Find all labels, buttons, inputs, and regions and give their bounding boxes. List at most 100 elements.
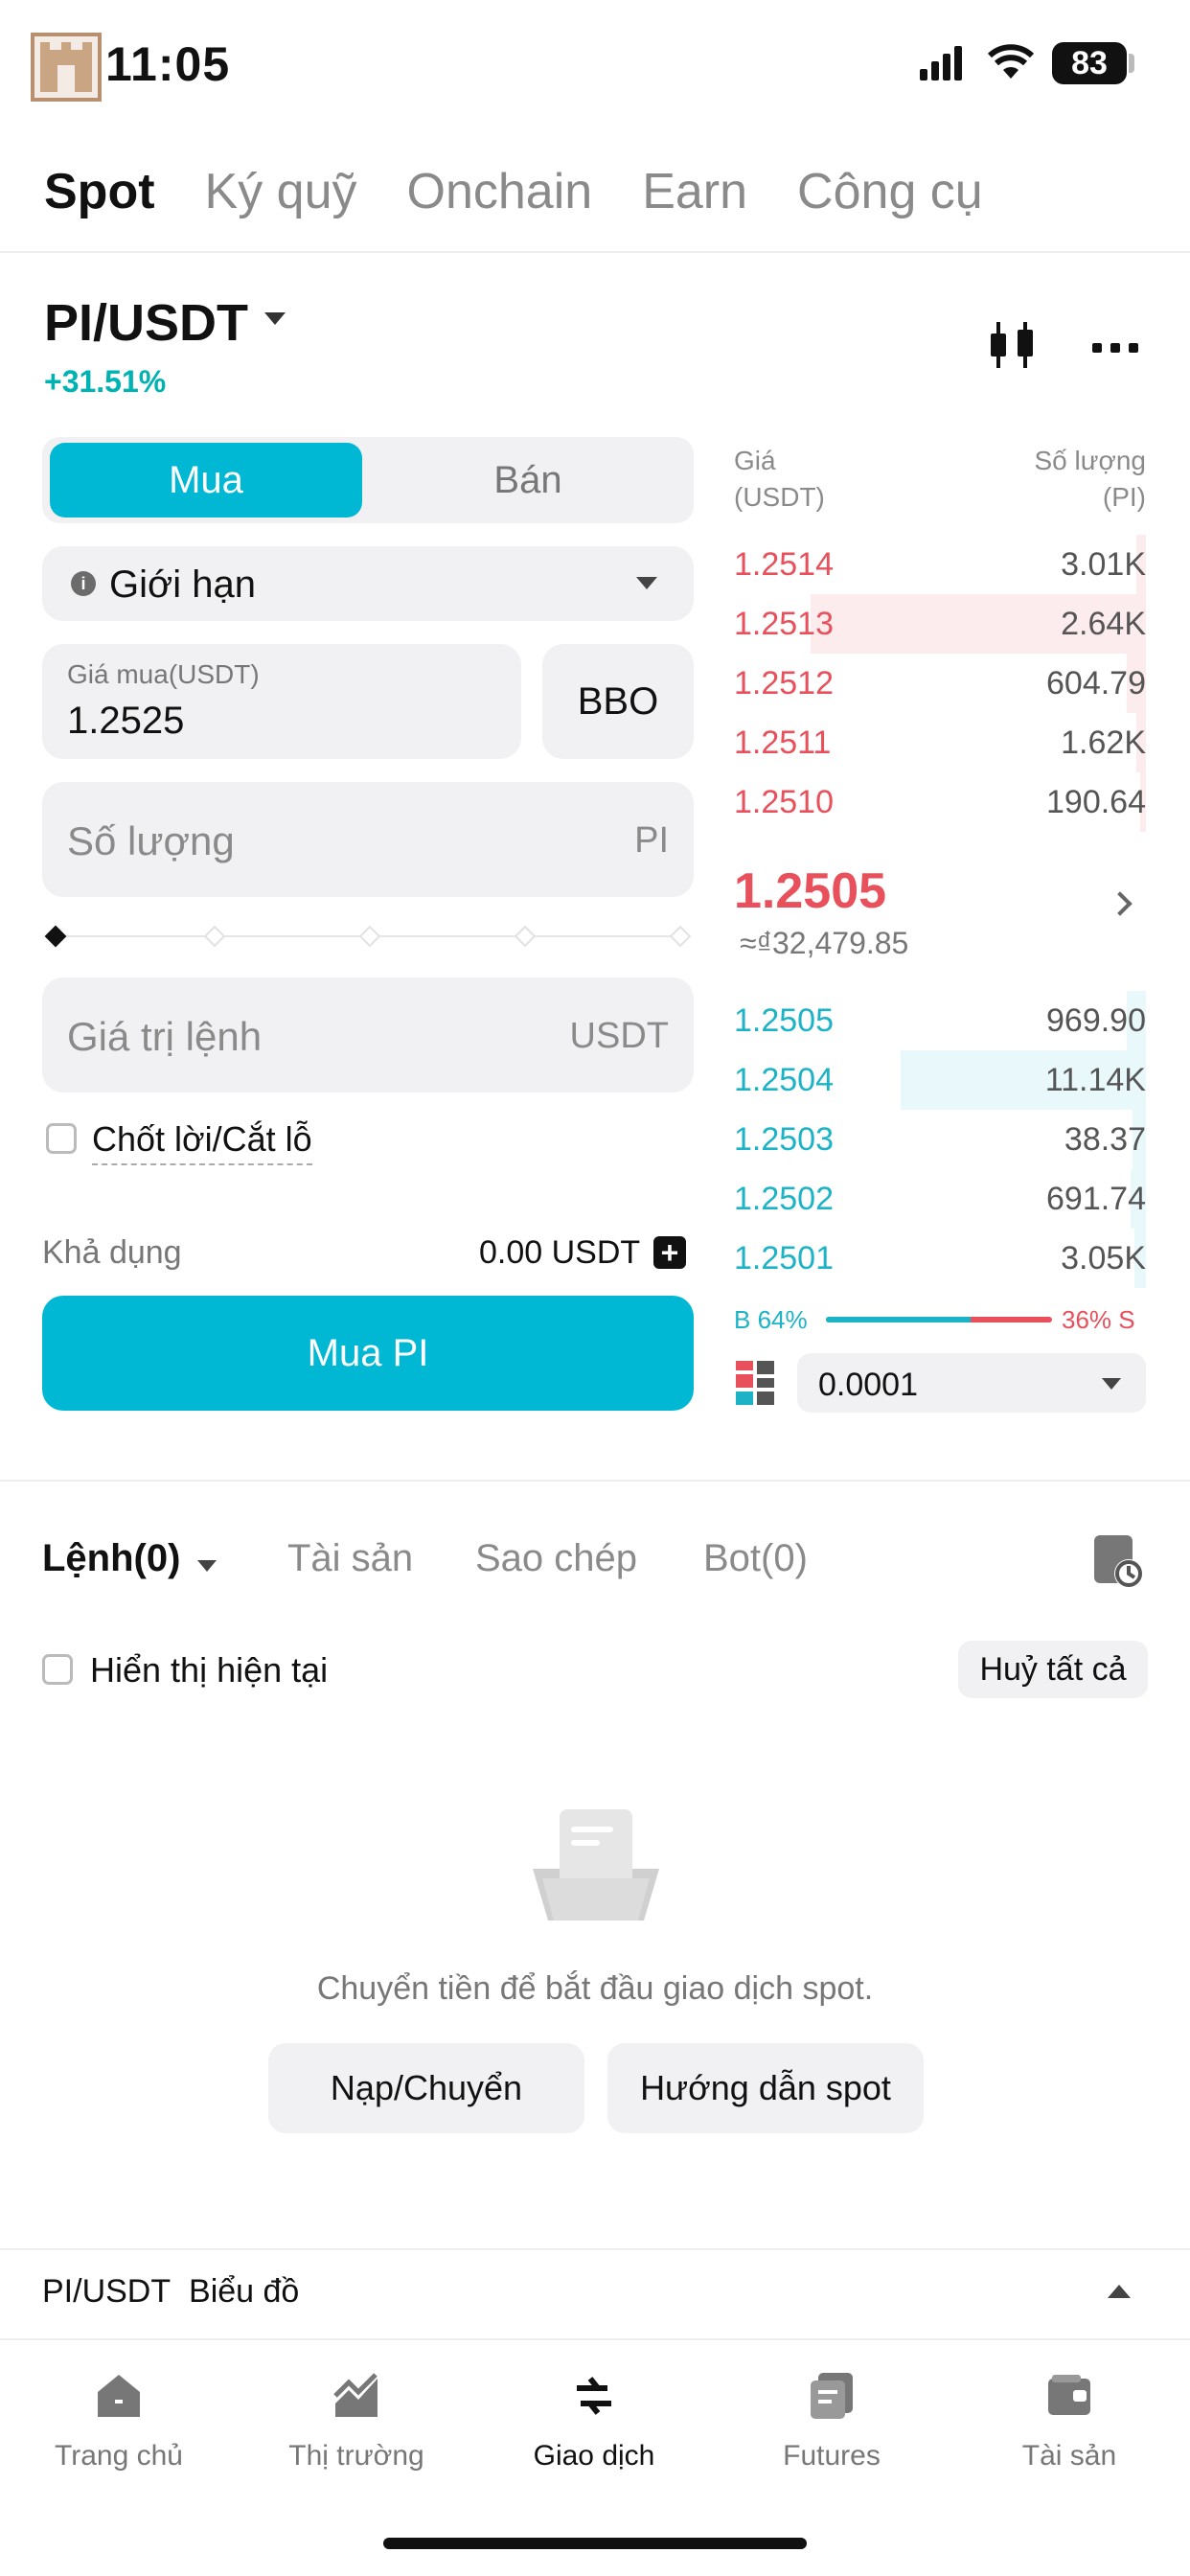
slider-step-50[interactable] [358,925,381,948]
chevron-down-icon [1102,1378,1121,1390]
chevron-down-icon[interactable] [197,1560,217,1572]
tab-earn[interactable]: Earn [642,163,747,220]
nav-home[interactable]: Trang chủ [23,2371,215,2505]
buy-pi-button[interactable]: Mua PI [42,1296,694,1411]
trade-arrows-icon [577,2377,611,2415]
nav-assets[interactable]: Tài sản [973,2371,1165,2505]
quantity-input[interactable]: Số lượng PI [42,782,694,897]
bid-row[interactable]: 1.2504 11.14K [734,1050,1146,1110]
tpsl-checkbox[interactable] [46,1123,77,1154]
precision-value: 0.0001 [818,1367,918,1403]
tab-spot[interactable]: Spot [44,163,155,220]
order-value-input[interactable]: Giá trị lệnh USDT [42,978,694,1092]
ask-row[interactable]: 1.2512 604.79 [734,654,1146,713]
bid-row[interactable]: 1.2503 38.37 [734,1110,1146,1169]
slider-step-75[interactable] [514,925,537,948]
ask-qty: 604.79 [1046,665,1146,702]
more-dots-icon[interactable] [1090,328,1140,366]
tab-tools[interactable]: Công cụ [797,163,983,220]
chart-bar-pair: PI/USDT [42,2273,172,2310]
bbo-button[interactable]: BBO [542,644,694,759]
available-label: Khả dụng [42,1234,182,1271]
buy-tab[interactable]: Mua [50,443,362,518]
bid-qty: 3.05K [1061,1240,1146,1276]
ask-price: 1.2510 [734,784,834,820]
ask-qty: 190.64 [1046,784,1146,820]
empty-document-icon [533,1809,659,1920]
sell-tab[interactable]: Bán [370,443,686,518]
bid-row[interactable]: 1.2505 969.90 [734,991,1146,1050]
battery-tip [1129,54,1134,73]
nav-trade[interactable]: Giao dịch [498,2371,690,2505]
price-value[interactable]: 1.2525 [67,700,184,743]
pair-selector[interactable]: PI/USDT [44,293,248,353]
bid-row[interactable]: 1.2502 691.74 [734,1169,1146,1229]
chart-bar-label: Biểu đồ [189,2273,300,2310]
nav-market[interactable]: Thị trường [261,2371,452,2505]
home-indicator [383,2538,807,2549]
history-clock-icon[interactable] [1092,1533,1144,1589]
amount-slider[interactable] [44,922,692,951]
ask-qty: 2.64K [1061,606,1146,642]
battery-indicator: 83 [1052,42,1127,84]
slider-step-25[interactable] [203,925,226,948]
top-tabs: Spot Ký quỹ Onchain Earn Công cụ [44,163,983,220]
show-current-checkbox[interactable] [42,1654,73,1685]
tab-orders[interactable]: Lệnh(0) [42,1537,180,1580]
nav-trade-label: Giao dịch [533,2440,655,2472]
quantity-placeholder: Số lượng [67,818,235,863]
chevron-down-icon [636,577,657,589]
nav-futures[interactable]: Futures [736,2371,927,2505]
chart-bar-title: PI/USDT Biểu đồ [42,2273,299,2311]
tpsl-label[interactable]: Chốt lời/Cắt lỗ [92,1119,312,1165]
tab-bot[interactable]: Bot(0) [703,1537,808,1580]
info-icon[interactable]: i [71,571,96,596]
chevron-down-icon[interactable] [264,312,286,325]
bid-price: 1.2501 [734,1240,834,1276]
cancel-all-button[interactable]: Huỷ tất cả [958,1641,1148,1698]
tab-onchain[interactable]: Onchain [407,163,593,220]
chevron-up-icon[interactable] [1108,2285,1131,2298]
chart-toggle-bar[interactable]: PI/USDT Biểu đồ [0,2248,1190,2338]
price-header-label: Giá [734,446,776,475]
tab-copy[interactable]: Sao chép [475,1537,637,1580]
ask-row[interactable]: 1.2513 2.64K [734,594,1146,654]
section-divider [0,1480,1190,1482]
bid-price: 1.2504 [734,1062,834,1098]
header-divider [0,251,1190,253]
ask-row[interactable]: 1.2511 1.62K [734,713,1146,772]
bid-qty: 38.37 [1064,1121,1146,1158]
futures-icon [811,2373,853,2419]
ask-row[interactable]: 1.2510 190.64 [734,772,1146,832]
tab-margin[interactable]: Ký quỹ [205,163,357,220]
chevron-right-icon[interactable] [1108,891,1133,916]
price-header-unit: (USDT) [734,482,825,512]
tab-assets[interactable]: Tài sản [287,1537,413,1580]
ask-price: 1.2514 [734,546,834,583]
precision-select[interactable]: 0.0001 [797,1353,1146,1413]
deposit-transfer-button[interactable]: Nạp/Chuyển [268,2043,584,2133]
bid-qty: 691.74 [1046,1181,1146,1217]
last-price[interactable]: 1.2505 [734,862,886,920]
order-type-label: Giới hạn [109,564,256,606]
orderbook-price-header: Giá (USDT) [734,443,825,516]
nav-assets-label: Tài sản [1021,2440,1117,2472]
buy-sell-ratio-bar [826,1317,1052,1322]
candlestick-icon[interactable] [987,318,1037,372]
pair-change: +31.51% [44,364,167,399]
bid-row[interactable]: 1.2501 3.05K [734,1229,1146,1288]
orderbook-qty-header: Số lượng (PI) [958,443,1147,516]
price-caption: Giá mua(USDT) [67,659,260,689]
order-value-unit: USDT [569,1016,669,1056]
price-input[interactable]: Giá mua(USDT) 1.2525 [42,644,521,759]
quantity-unit: PI [634,820,669,861]
buy-sell-toggle: Mua Bán [42,437,694,523]
ask-row[interactable]: 1.2514 3.01K [734,535,1146,594]
add-funds-icon[interactable]: + [653,1236,686,1269]
slider-step-100[interactable] [669,925,692,948]
slider-handle[interactable] [44,925,67,948]
order-type-select[interactable]: i Giới hạn [42,546,694,621]
show-current-label[interactable]: Hiển thị hiện tại [90,1650,328,1690]
orderbook-layout-icon[interactable] [736,1361,776,1405]
spot-guide-button[interactable]: Hướng dẫn spot [607,2043,924,2133]
